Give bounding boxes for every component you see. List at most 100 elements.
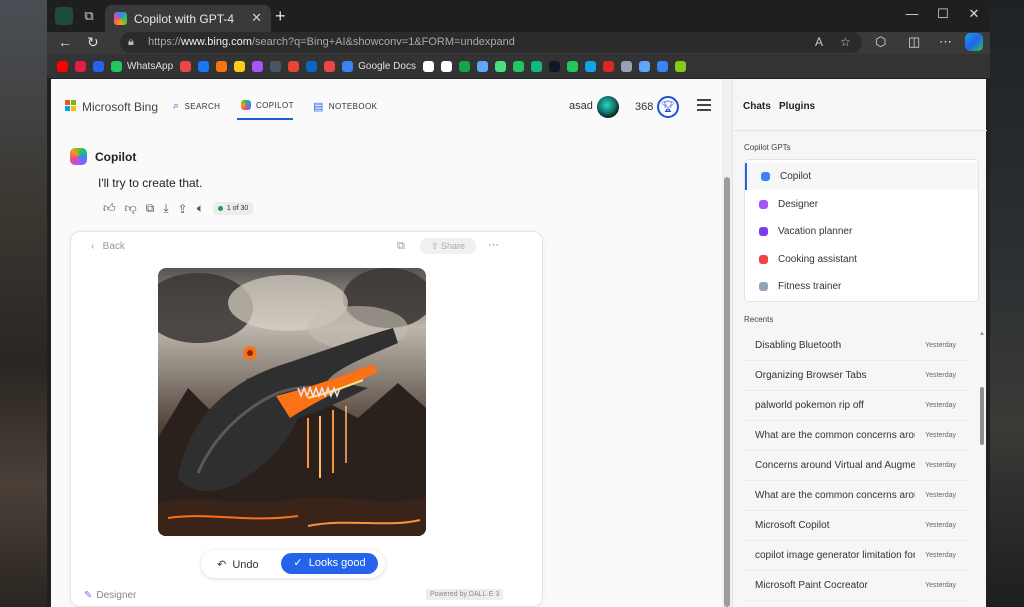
refresh-icon[interactable]: ↻ (87, 34, 99, 51)
recent-chat-item[interactable]: Disabling Bluetooth Yesterday (744, 331, 968, 361)
bookmark-item[interactable]: Google Docs (342, 60, 416, 72)
share-button[interactable]: ⇪ Share (420, 238, 476, 254)
bookmark-item[interactable] (638, 60, 650, 72)
bookmark-item[interactable]: WhatsApp (111, 60, 173, 72)
nav-copilot[interactable]: COPILOT (241, 100, 294, 110)
bookmark-item[interactable] (548, 60, 560, 72)
bookmark-item[interactable] (57, 60, 68, 72)
bookmark-item[interactable] (620, 60, 632, 72)
read-aloud-icon[interactable]: A (815, 35, 823, 49)
bookmark-item[interactable] (252, 60, 264, 72)
menu-icon[interactable] (697, 99, 711, 111)
share-icon[interactable]: ⇪ (178, 202, 188, 216)
copy-image-icon[interactable]: ⧉ (397, 240, 405, 253)
recent-chat-item[interactable]: Organizing Browser Tabs Yesterday (744, 361, 968, 391)
recent-chat-time: Yesterday (925, 552, 956, 559)
main-scrollbar[interactable] (722, 79, 732, 607)
bookmark-item[interactable] (270, 60, 282, 72)
bookmark-item[interactable] (234, 60, 246, 72)
rewards-points[interactable]: 368 (635, 101, 653, 113)
maximize-icon[interactable]: ☐ (933, 6, 953, 22)
more-options-icon[interactable]: ⋯ (939, 34, 952, 50)
workspaces-icon[interactable]: ⧉ (81, 8, 97, 24)
thumbs-down-icon[interactable]: 👎︎ (125, 201, 137, 216)
bookmark-item[interactable] (512, 60, 524, 72)
bookmark-item[interactable] (93, 60, 104, 72)
bookmark-item[interactable] (180, 60, 192, 72)
bookmark-item[interactable] (306, 60, 318, 72)
tab-plugins[interactable]: Plugins (779, 101, 815, 112)
bookmark-item[interactable] (476, 60, 488, 72)
gpt-item-copilot[interactable]: Copilot (745, 163, 978, 190)
gpt-item-designer[interactable]: Designer (745, 191, 978, 218)
recent-chat-item[interactable]: Concerns around Virtual and Augmen Yester… (744, 451, 968, 481)
message-actions: 👍︎ 👎︎ ⧉ ⤓ ⇪ 🔈︎ 1 of 30 (103, 201, 254, 216)
scroll-up-icon[interactable]: ▲ (979, 331, 985, 337)
profile-icon[interactable] (55, 7, 73, 25)
bookmark-item[interactable] (530, 60, 542, 72)
bookmark-item[interactable] (440, 60, 452, 72)
bookmark-item[interactable] (288, 60, 300, 72)
address-bar[interactable]: 🔒︎ https://www.bing.com/search?q=Bing+AI… (120, 32, 862, 53)
nav-notebook[interactable]: ▤ NOTEBOOK (313, 100, 377, 113)
thumbs-up-icon[interactable]: 👍︎ (103, 201, 116, 216)
recent-chat-item[interactable]: Microsoft Copilot Yesterday (744, 511, 968, 541)
close-window-icon[interactable]: ✕ (964, 6, 984, 22)
bookmark-item[interactable] (75, 60, 86, 72)
recent-chat-time: Yesterday (925, 372, 956, 379)
new-tab-icon[interactable]: + (275, 6, 286, 27)
bookmark-item[interactable] (324, 60, 336, 72)
bookmark-favicon-icon (620, 60, 632, 72)
favorite-star-icon[interactable]: ☆ (840, 35, 851, 49)
tab-copilot[interactable]: Copilot with GPT-4 ✕ (105, 5, 271, 32)
recent-chat-title: What are the common concerns arou (755, 490, 915, 501)
bookmark-favicon-icon (422, 60, 434, 72)
download-icon[interactable]: ⤓ (163, 201, 168, 216)
recent-chat-item[interactable]: What are the common concerns arou Yesterd… (744, 421, 968, 451)
nav-search[interactable]: ⌕ SEARCH (173, 100, 220, 113)
close-tab-icon[interactable]: ✕ (251, 10, 262, 26)
speaker-icon[interactable]: 🔈︎ (197, 201, 204, 216)
gpt-item-fitness-trainer[interactable]: Fitness trainer (745, 273, 978, 300)
recent-chat-item[interactable]: What are the common concerns arou Yesterd… (744, 481, 968, 511)
recent-chat-item[interactable]: palworld pokemon rip off Yesterday (744, 391, 968, 421)
recent-chat-item[interactable]: Microsoft Paint Cocreator Yesterday (744, 571, 968, 601)
brand-name[interactable]: Microsoft Bing (82, 100, 158, 114)
copilot-sidebar-icon[interactable] (965, 33, 983, 51)
bookmark-item[interactable] (584, 60, 596, 72)
bookmark-item[interactable] (494, 60, 506, 72)
gpt-item-vacation-planner[interactable]: Vacation planner (745, 218, 978, 245)
copy-icon[interactable]: ⧉ (146, 201, 155, 216)
back-arrow-icon[interactable]: ← (58, 34, 72, 50)
bookmark-item[interactable] (602, 60, 614, 72)
minimize-icon[interactable]: — (902, 6, 922, 21)
more-icon[interactable]: ⋯ (488, 238, 499, 251)
recent-chat-time: Yesterday (925, 432, 956, 439)
extensions-icon[interactable]: ⬡ (875, 34, 886, 50)
looks-good-button[interactable]: ✓ Looks good (281, 553, 378, 574)
bookmark-item[interactable] (656, 60, 668, 72)
gpt-item-cooking-assistant[interactable]: Cooking assistant (745, 246, 978, 273)
bookmark-item[interactable] (216, 60, 228, 72)
bookmark-item[interactable] (566, 60, 578, 72)
generated-image[interactable] (158, 268, 426, 536)
recent-chat-item[interactable]: copilot image generator limitation for Ye… (744, 541, 968, 571)
avatar[interactable] (597, 96, 619, 118)
user-name[interactable]: asad (569, 100, 593, 112)
rewards-trophy-icon[interactable]: 🏆︎ (657, 96, 679, 118)
sidebar-scroll-thumb[interactable] (980, 387, 984, 445)
bookmark-item[interactable] (422, 60, 434, 72)
main-scroll-thumb[interactable] (724, 177, 730, 607)
feedback-pill: ↶ Undo ✓ Looks good (201, 550, 385, 578)
bookmark-item[interactable] (198, 60, 210, 72)
back-button[interactable]: ‹ Back (91, 241, 125, 252)
gpts-heading: Copilot GPTs (744, 143, 791, 152)
bookmark-item[interactable] (458, 60, 470, 72)
sidebar-scrollbar[interactable]: ▲ (979, 331, 985, 607)
designer-attribution[interactable]: ✎ Designer (84, 590, 136, 601)
split-screen-icon[interactable]: ◫ (908, 34, 920, 50)
tab-chats[interactable]: Chats (743, 101, 771, 112)
bookmark-item[interactable] (674, 60, 686, 72)
bookmark-favicon-icon (512, 60, 524, 72)
undo-button[interactable]: ↶ Undo (217, 558, 259, 571)
